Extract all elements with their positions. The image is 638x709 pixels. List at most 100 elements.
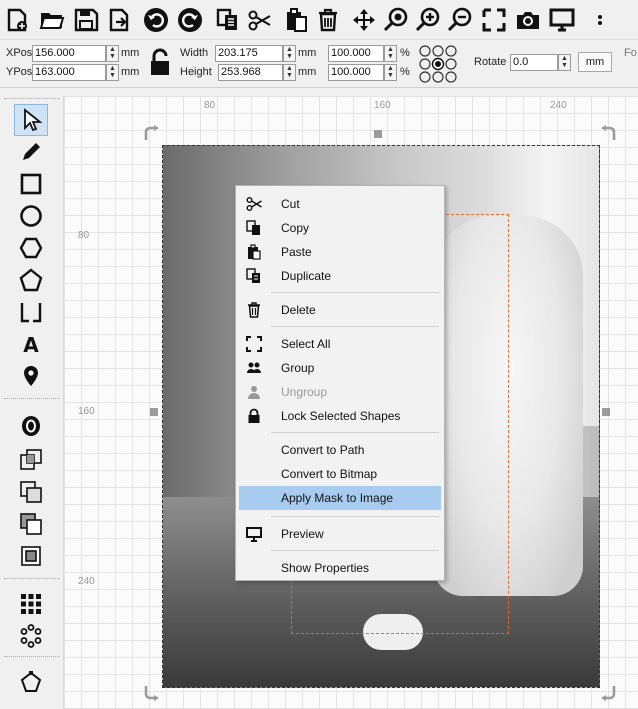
height-spinner[interactable]: ▲ ▼ bbox=[283, 64, 296, 81]
height-label: Height bbox=[180, 66, 212, 78]
undo-icon[interactable] bbox=[140, 4, 172, 36]
height-unit: mm bbox=[298, 66, 317, 78]
ypos-spinner[interactable]: ▲ ▼ bbox=[106, 64, 119, 81]
menu-separator bbox=[271, 516, 439, 517]
ellipse-tool-icon[interactable] bbox=[14, 200, 48, 232]
save-icon[interactable] bbox=[70, 4, 102, 36]
monitor-icon bbox=[239, 522, 269, 546]
xpos-input[interactable]: 156.000 bbox=[32, 45, 106, 62]
menu-item-cut[interactable]: Cut bbox=[239, 192, 441, 216]
width-spinner[interactable]: ▲ ▼ bbox=[283, 45, 296, 62]
circular-array-tool-icon[interactable] bbox=[14, 620, 48, 652]
menu-item-show-properties[interactable]: Show Properties bbox=[239, 556, 441, 580]
camera-icon[interactable] bbox=[512, 4, 544, 36]
tool-panel: A bbox=[0, 96, 64, 709]
width-input[interactable]: 203.175 bbox=[215, 45, 283, 62]
delete-icon[interactable] bbox=[312, 4, 344, 36]
frame-tool-icon[interactable] bbox=[14, 296, 48, 328]
new-file-icon[interactable] bbox=[2, 4, 34, 36]
menu-item-preview[interactable]: Preview bbox=[239, 522, 441, 546]
import-icon[interactable] bbox=[104, 4, 136, 36]
copy-icon[interactable] bbox=[212, 4, 244, 36]
ruler-top-label: 160 bbox=[374, 100, 391, 111]
intersect-tool-icon[interactable] bbox=[14, 540, 48, 572]
menu-item-label: Select All bbox=[281, 337, 331, 351]
node-edit-tool-icon[interactable] bbox=[14, 666, 48, 698]
menu-item-delete[interactable]: Delete bbox=[239, 298, 441, 322]
menu-item-label: Convert to Path bbox=[281, 443, 365, 457]
menu-separator bbox=[271, 550, 439, 551]
rotate-spinner[interactable]: ▲ ▼ bbox=[558, 54, 571, 71]
monitor-icon[interactable] bbox=[546, 4, 578, 36]
move-icon[interactable] bbox=[348, 4, 380, 36]
subtract-tool-icon[interactable] bbox=[14, 508, 48, 540]
pentagon-tool-icon[interactable] bbox=[14, 264, 48, 296]
menu-item-apply-mask[interactable]: Apply Mask to Image bbox=[239, 486, 441, 510]
menu-item-duplicate[interactable]: Duplicate bbox=[239, 264, 441, 288]
rotate-handle-icon[interactable] bbox=[142, 684, 160, 702]
text-tool-icon[interactable]: A bbox=[14, 328, 48, 360]
rectangle-tool-icon[interactable] bbox=[14, 168, 48, 200]
scale-width-spinner[interactable]: ▲ ▼ bbox=[384, 45, 397, 62]
menu-item-group[interactable]: Group bbox=[239, 356, 441, 380]
main-toolbar bbox=[0, 0, 638, 40]
scale-height-input[interactable]: 100.000 bbox=[328, 64, 384, 81]
menu-item-label: Preview bbox=[281, 527, 324, 541]
unit-toggle-button[interactable]: mm bbox=[578, 52, 612, 72]
zoom-out-icon[interactable] bbox=[444, 4, 476, 36]
xpos-label: XPos bbox=[6, 47, 33, 59]
ruler-left-label: 160 bbox=[78, 406, 95, 417]
paste-icon[interactable] bbox=[280, 4, 312, 36]
rotate-handle-icon[interactable] bbox=[600, 684, 618, 702]
tool-separator bbox=[4, 578, 60, 579]
scale-height-spinner[interactable]: ▲ ▼ bbox=[384, 64, 397, 81]
menu-item-copy[interactable]: Copy bbox=[239, 216, 441, 240]
toolbar-more-icon[interactable] bbox=[590, 4, 610, 36]
polygon-tool-icon[interactable] bbox=[14, 232, 48, 264]
svg-text:A: A bbox=[23, 333, 39, 356]
ruler-top-label: 80 bbox=[204, 100, 216, 111]
group-icon bbox=[239, 356, 269, 380]
rotate-handle-icon[interactable] bbox=[600, 124, 618, 142]
scale-width-input[interactable]: 100.000 bbox=[328, 45, 384, 62]
zoom-icon[interactable] bbox=[380, 4, 412, 36]
resize-handle-top[interactable] bbox=[374, 130, 382, 138]
xpos-spinner[interactable]: ▲ ▼ bbox=[106, 45, 119, 62]
height-input[interactable]: 253.968 bbox=[218, 64, 283, 81]
ypos-input[interactable]: 163.000 bbox=[32, 64, 106, 81]
rotate-handle-icon[interactable] bbox=[142, 124, 160, 142]
grid-array-tool-icon[interactable] bbox=[14, 588, 48, 620]
menu-separator bbox=[271, 432, 439, 433]
menu-item-label: Cut bbox=[281, 197, 300, 211]
redo-icon[interactable] bbox=[174, 4, 206, 36]
menu-item-label: Convert to Bitmap bbox=[281, 467, 378, 481]
trash-icon bbox=[239, 298, 269, 322]
cut-icon[interactable] bbox=[244, 4, 276, 36]
copy-icon bbox=[239, 216, 269, 240]
rotate-input[interactable]: 0.0 bbox=[510, 54, 558, 71]
width-unit: mm bbox=[298, 47, 317, 59]
select-all-icon[interactable] bbox=[478, 4, 510, 36]
menu-item-ungroup[interactable]: Ungroup bbox=[239, 380, 441, 404]
rotate-label: Rotate bbox=[474, 56, 507, 68]
offset-tool-icon[interactable] bbox=[14, 410, 48, 442]
select-tool-icon[interactable] bbox=[14, 104, 48, 136]
union-tool-icon[interactable] bbox=[14, 476, 48, 508]
menu-item-label: Ungroup bbox=[281, 385, 328, 399]
pencil-tool-icon[interactable] bbox=[14, 136, 48, 168]
weld-tool-icon[interactable] bbox=[14, 444, 48, 476]
duplicate-icon bbox=[239, 264, 269, 288]
menu-item-convert-to-path[interactable]: Convert to Path bbox=[239, 438, 441, 462]
lock-ratio-icon[interactable] bbox=[148, 48, 172, 76]
width-label: Width bbox=[180, 47, 209, 59]
anchor-grid-icon[interactable] bbox=[418, 44, 458, 84]
zoom-in-icon[interactable] bbox=[412, 4, 444, 36]
menu-item-convert-to-bitmap[interactable]: Convert to Bitmap bbox=[239, 462, 441, 486]
menu-item-paste[interactable]: Paste bbox=[239, 240, 441, 264]
location-pin-tool-icon[interactable] bbox=[14, 360, 48, 392]
open-folder-icon[interactable] bbox=[36, 4, 68, 36]
resize-handle-right[interactable] bbox=[602, 408, 610, 416]
menu-item-select-all[interactable]: Select All bbox=[239, 332, 441, 356]
resize-handle-left[interactable] bbox=[150, 408, 158, 416]
menu-item-lock[interactable]: Lock Selected Shapes bbox=[239, 404, 441, 428]
